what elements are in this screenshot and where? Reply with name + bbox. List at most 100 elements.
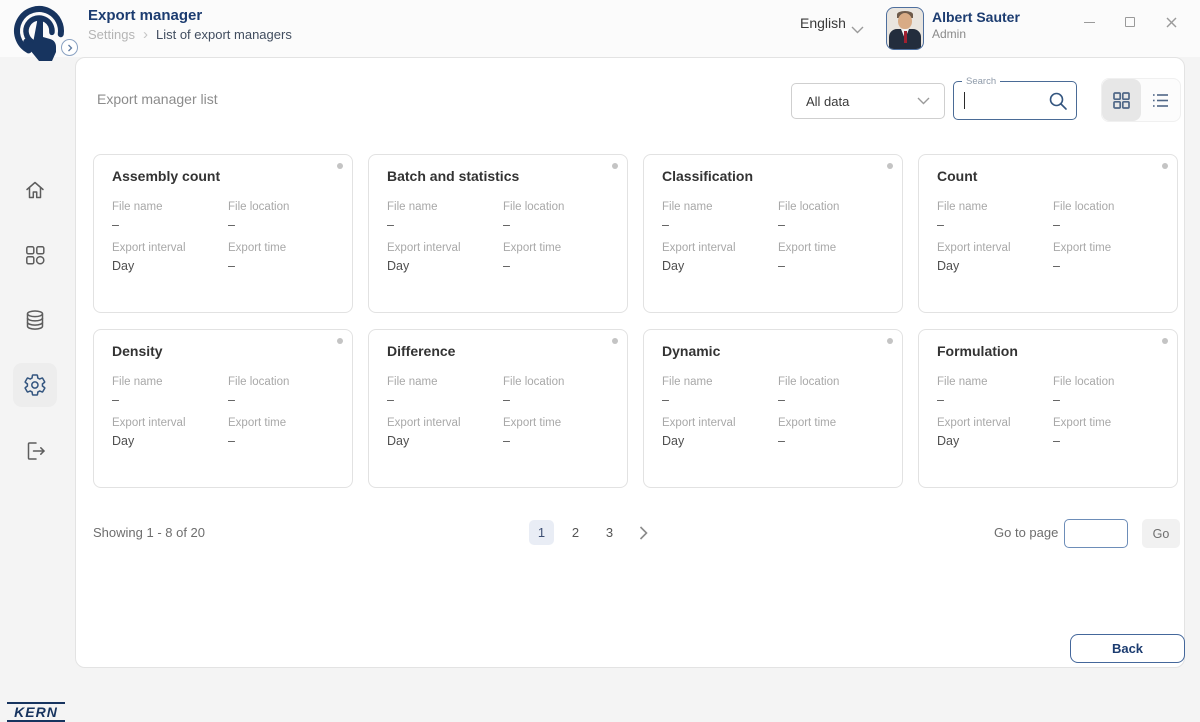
field-label: File location <box>228 376 338 388</box>
card-formulation[interactable]: Formulation File name – File location – … <box>918 329 1178 488</box>
user-avatar[interactable] <box>886 7 924 50</box>
card-title: Assembly count <box>112 168 220 184</box>
back-button[interactable]: Back <box>1070 634 1185 663</box>
card-assembly-count[interactable]: Assembly count File name – File location… <box>93 154 353 313</box>
field-value: – <box>228 434 338 448</box>
next-page-button[interactable] <box>631 520 656 545</box>
card-classification[interactable]: Classification File name – File location… <box>643 154 903 313</box>
grid-view-button[interactable] <box>1102 79 1141 121</box>
field-label: Export interval <box>387 242 503 254</box>
sidebar-item-settings[interactable] <box>23 373 47 397</box>
view-mode-toggle <box>1101 78 1181 122</box>
user-role: Admin <box>932 27 966 41</box>
card-difference[interactable]: Difference File name – File location – E… <box>368 329 628 488</box>
field-value: Day <box>662 259 778 273</box>
field-label: File location <box>1053 376 1163 388</box>
field-label: File name <box>937 201 1053 213</box>
card-title: Difference <box>387 343 455 359</box>
pagination: 1 2 3 <box>529 520 656 545</box>
field-label: Export interval <box>387 417 503 429</box>
card-fields: File name – File location – Export inter… <box>112 197 338 279</box>
window-maximize-button[interactable] <box>1123 15 1137 29</box>
status-dot-icon <box>337 338 343 344</box>
page-button-3[interactable]: 3 <box>597 520 622 545</box>
field-label: File name <box>937 376 1053 388</box>
go-button[interactable]: Go <box>1142 519 1180 548</box>
sidebar-item-home[interactable] <box>23 178 47 202</box>
field-label: Export interval <box>937 417 1053 429</box>
status-dot-icon <box>1162 338 1168 344</box>
card-title: Classification <box>662 168 753 184</box>
window-controls <box>1082 15 1178 29</box>
card-fields: File name – File location – Export inter… <box>387 197 613 279</box>
page-button-2[interactable]: 2 <box>563 520 588 545</box>
breadcrumb-separator-icon: › <box>143 28 148 41</box>
sidebar-item-logout[interactable] <box>23 439 47 463</box>
avatar-tie <box>904 31 907 43</box>
field-label: File location <box>778 201 888 213</box>
status-dot-icon <box>1162 163 1168 169</box>
window-minimize-button[interactable] <box>1082 15 1096 29</box>
page-button-1[interactable]: 1 <box>529 520 554 545</box>
field-value: – <box>387 218 503 232</box>
field-label: Export time <box>228 242 338 254</box>
card-fields: File name – File location – Export inter… <box>662 197 888 279</box>
card-title: Batch and statistics <box>387 168 519 184</box>
field-label: File name <box>662 201 778 213</box>
status-dot-icon <box>887 338 893 344</box>
field-label: File name <box>112 201 228 213</box>
card-density[interactable]: Density File name – File location – Expo… <box>93 329 353 488</box>
field-value: – <box>778 434 888 448</box>
card-title: Count <box>937 168 977 184</box>
language-selector[interactable]: English <box>800 15 846 31</box>
card-count[interactable]: Count File name – File location – Export… <box>918 154 1178 313</box>
home-icon <box>23 178 47 202</box>
card-batch-and-statistics[interactable]: Batch and statistics File name – File lo… <box>368 154 628 313</box>
card-fields: File name – File location – Export inter… <box>387 372 613 454</box>
data-filter-select[interactable]: All data <box>791 83 945 119</box>
sidebar-expand-button[interactable] <box>61 39 78 56</box>
card-dynamic[interactable]: Dynamic File name – File location – Expo… <box>643 329 903 488</box>
chevron-down-icon[interactable] <box>851 21 864 39</box>
field-label: Export interval <box>937 242 1053 254</box>
export-manager-card-grid: Assembly count File name – File location… <box>93 154 1178 488</box>
avatar-face <box>898 13 912 29</box>
list-view-button[interactable] <box>1141 79 1180 121</box>
search-input[interactable] <box>962 86 1046 114</box>
field-label: Export time <box>1053 242 1163 254</box>
list-title: Export manager list <box>97 91 218 107</box>
sidebar-item-apps[interactable] <box>23 243 47 267</box>
goto-page-input[interactable] <box>1064 519 1128 548</box>
sidebar: KERN <box>0 57 70 675</box>
field-label: Export time <box>503 417 613 429</box>
field-label: File name <box>662 376 778 388</box>
field-value: – <box>112 393 228 407</box>
window-close-button[interactable] <box>1164 15 1178 29</box>
search-icon[interactable] <box>1047 90 1069 117</box>
page-title: Export manager <box>88 7 202 24</box>
field-value: – <box>1053 393 1163 407</box>
app-touch-logo <box>6 2 66 62</box>
field-value: – <box>228 393 338 407</box>
field-label: Export time <box>503 242 613 254</box>
goto-page-label: Go to page <box>994 525 1058 540</box>
field-value: – <box>228 218 338 232</box>
status-dot-icon <box>337 163 343 169</box>
field-label: Export time <box>228 417 338 429</box>
sidebar-item-database[interactable] <box>23 308 47 332</box>
pagination-summary: Showing 1 - 8 of 20 <box>93 525 205 540</box>
chevron-down-icon <box>917 97 930 105</box>
database-icon <box>23 308 47 332</box>
status-dot-icon <box>612 338 618 344</box>
card-title: Formulation <box>937 343 1018 359</box>
field-value: – <box>503 434 613 448</box>
field-value: – <box>228 259 338 273</box>
field-value: – <box>503 218 613 232</box>
chevron-right-icon <box>66 44 74 52</box>
gear-icon <box>23 373 47 397</box>
breadcrumb-parent[interactable]: Settings <box>88 27 135 42</box>
field-value: – <box>112 218 228 232</box>
apps-grid-icon <box>23 243 47 267</box>
field-value: – <box>1053 259 1163 273</box>
field-value: – <box>1053 218 1163 232</box>
